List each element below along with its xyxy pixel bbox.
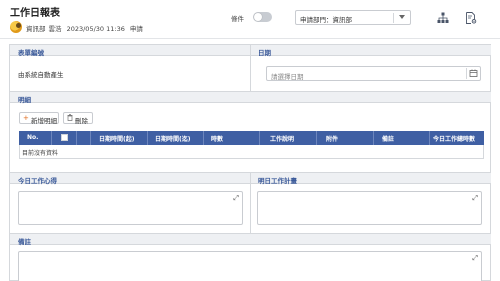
col-description: 工作說明 [270,136,295,143]
page-header: 工作日報表 資訊部 雲浩 2023/05/30 11:36 申請 條件 申請部門：… [0,0,500,38]
department-select-value: 申請部門：資訊部 [300,16,352,24]
applicant-info: 資訊部 雲浩 2023/05/30 11:36 申請 [26,23,146,33]
plus-icon: + [23,114,29,122]
apply-datetime: 2023/05/30 11:36 [66,25,125,33]
detail-grid-header: No. 日期時間(起) 日期時間(迄) 時數 工作說明 附件 備註 今日工作總時… [19,131,484,145]
detail-header: 明細 [10,91,491,104]
page-title: 工作日報表 [10,8,60,19]
remarks-label: 備註 [18,238,31,246]
column-divider [250,173,251,233]
col-divider [203,131,204,145]
add-detail-button[interactable]: + 新增明細 [19,112,59,125]
col-start-time: 日期時間(起) [99,136,135,143]
condition-toggle-label: 條件 [231,15,244,23]
remarks-textarea[interactable]: ⤢ [18,251,482,281]
calendar-icon[interactable] [466,68,479,79]
document-settings-icon[interactable] [465,12,477,24]
applicant-dept: 資訊部 [26,25,46,33]
detail-grid-body: 目前沒有資料 [19,145,484,159]
form-no-header: 表單編號 [10,44,250,57]
today-thoughts-label: 今日工作心得 [18,177,57,185]
tomorrow-plan-label: 明日工作計畫 [258,177,297,185]
avatar [10,21,22,33]
chevron-down-icon [399,15,405,19]
col-remark: 備註 [382,136,395,143]
tomorrow-plan-textarea[interactable]: ⤢ [257,191,482,225]
toggle-knob [254,13,262,21]
delete-button[interactable]: 刪除 [63,112,93,125]
date-field[interactable]: 請選擇日期 [266,66,481,81]
col-total-hours: 今日工作總時數 [433,136,476,143]
col-no: No. [27,134,39,141]
detail-label: 明細 [18,96,31,104]
col-divider [259,131,260,145]
expand-icon[interactable]: ⤢ [472,194,478,203]
status-badge: 申請 [129,25,143,33]
col-divider [90,131,91,145]
applicant-name: 雲浩 [48,25,62,33]
col-divider [147,131,148,145]
today-thoughts-textarea[interactable]: ⤢ [18,191,243,225]
select-divider [393,13,394,23]
col-divider [429,131,430,145]
today-thoughts-header: 今日工作心得 [10,172,250,185]
expand-icon[interactable]: ⤢ [233,194,239,203]
select-all-checkbox[interactable] [61,134,68,141]
tomorrow-plan-header: 明日工作計畫 [250,172,491,185]
col-attachment: 附件 [326,136,339,143]
expand-icon[interactable]: ⤢ [472,254,478,263]
department-select[interactable]: 申請部門：資訊部 [295,10,411,25]
grid-empty-message: 目前沒有資料 [22,150,59,157]
condition-toggle[interactable] [253,12,272,22]
col-end-time: 日期時間(迄) [155,136,191,143]
col-divider [373,131,374,145]
col-divider [316,131,317,145]
col-divider [76,131,77,145]
header-divider [0,38,500,39]
column-divider [250,45,251,91]
form-no-label: 表單編號 [18,49,44,57]
trash-icon [67,114,73,123]
remarks-header: 備註 [10,233,491,246]
date-header: 日期 [250,44,491,57]
delete-label: 刪除 [75,117,88,125]
date-placeholder: 請選擇日期 [271,72,304,81]
col-hours: 時數 [211,136,224,143]
form-no-value: 由系統自動產生 [18,71,64,79]
date-label: 日期 [258,49,271,57]
daily-report-form: 表單編號 日期 由系統自動產生 請選擇日期 明細 + 新增明細 刪除 No. 日… [9,44,491,281]
org-chart-icon[interactable] [437,12,449,24]
add-detail-label: 新增明細 [31,117,57,125]
col-divider [51,131,52,145]
